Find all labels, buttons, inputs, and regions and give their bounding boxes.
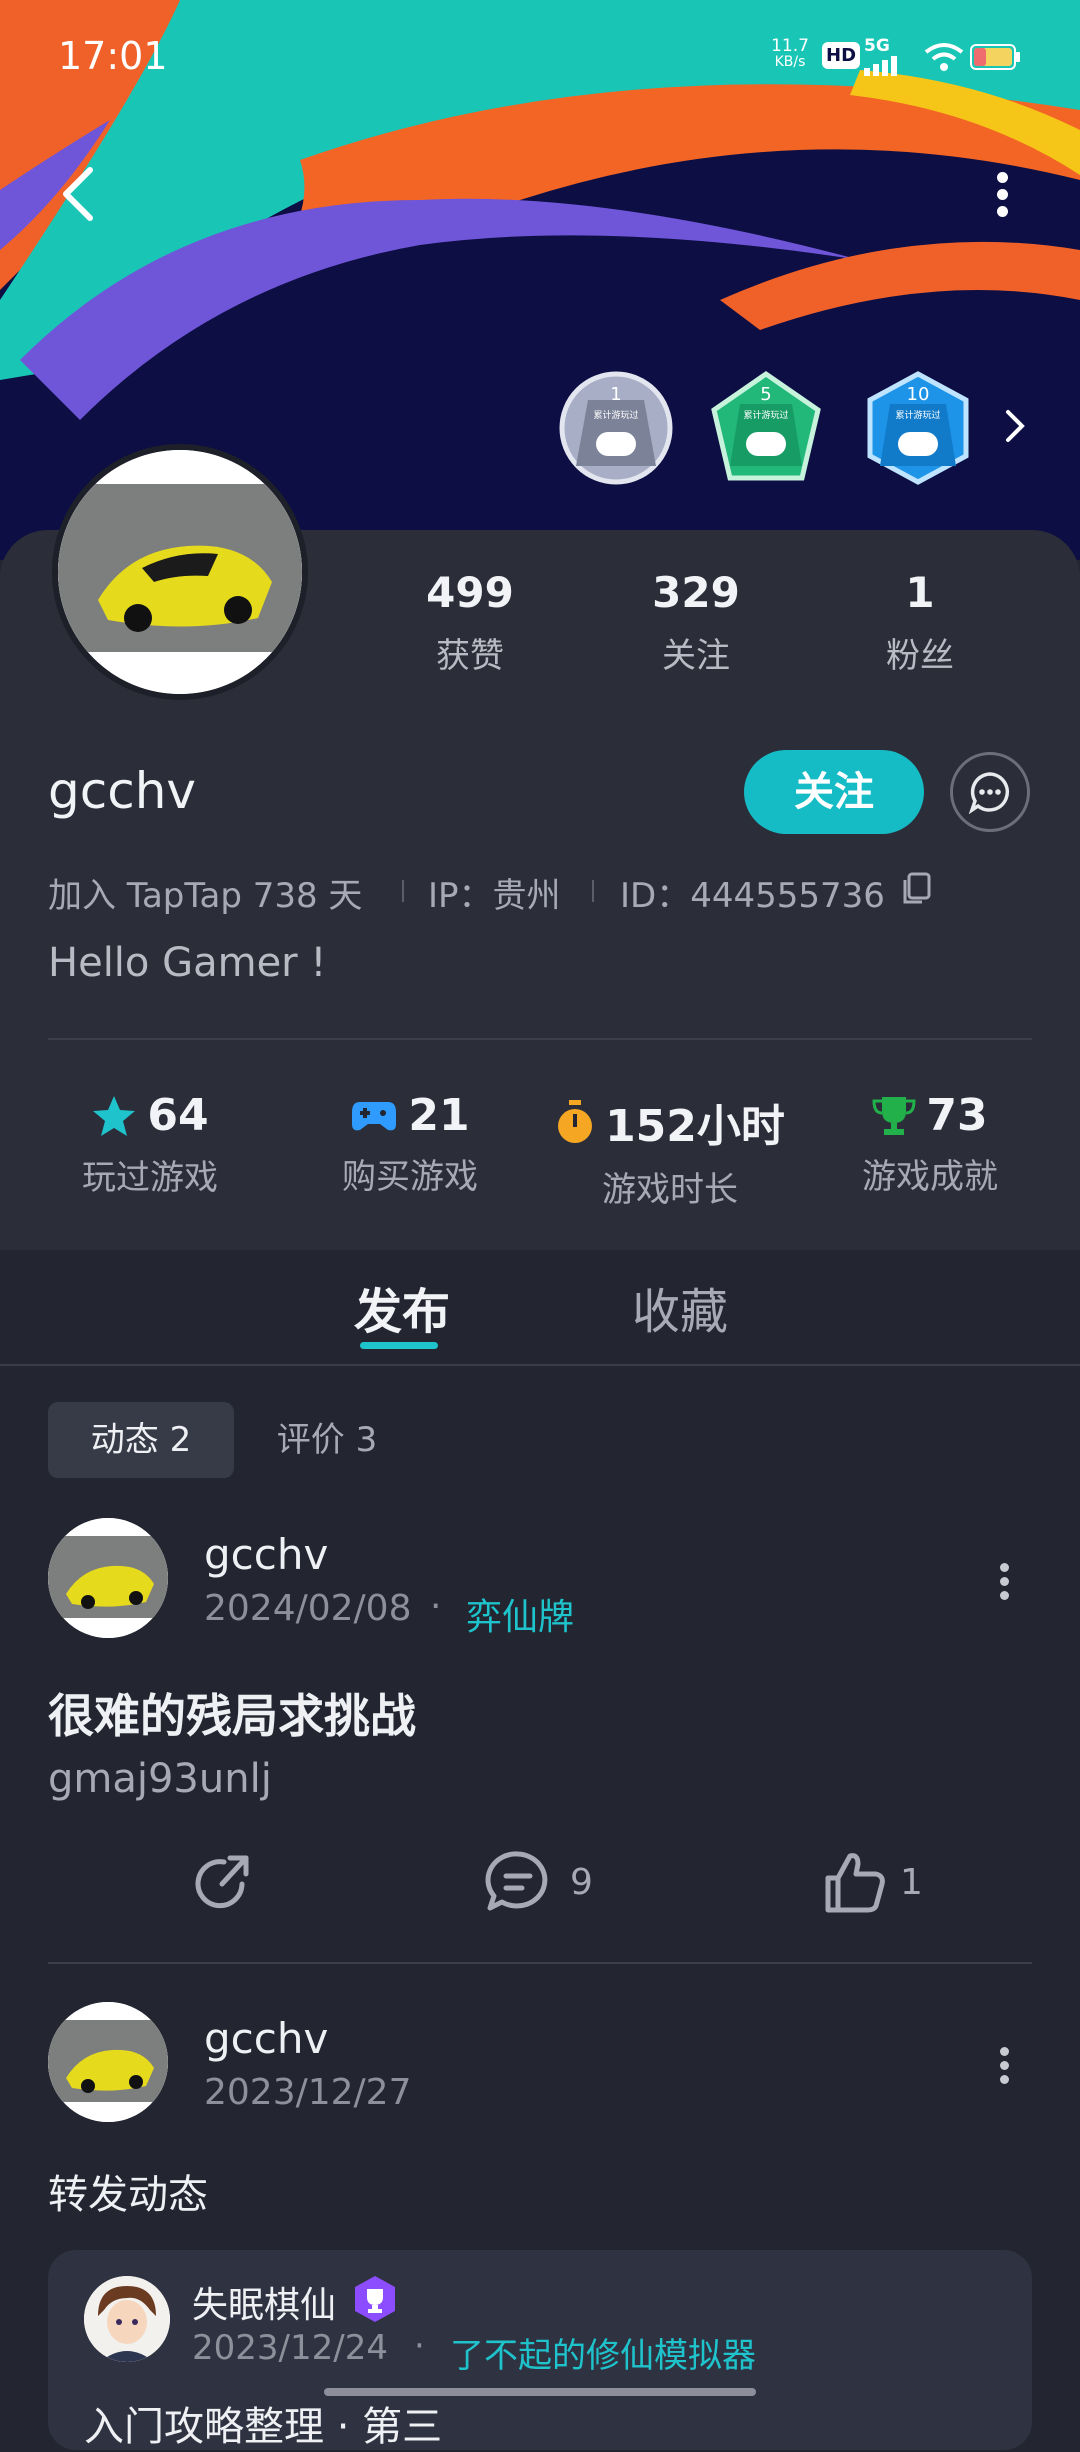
badge-level-5[interactable]: 5 累计游玩过 <box>708 370 824 486</box>
post-game-link[interactable]: 弈仙牌 <box>466 1588 574 1640</box>
following-label[interactable]: 关注 <box>606 628 786 677</box>
gamepad-icon <box>352 1101 397 1130</box>
verified-trophy-badge-icon <box>355 2276 395 2322</box>
post-author-name[interactable]: gcchv <box>204 2014 328 2063</box>
user-id: ID：444555736 <box>620 876 885 916</box>
subtab-moments[interactable]: 动态 2 <box>48 1402 234 1478</box>
svg-text:累计游玩过: 累计游玩过 <box>593 409 638 421</box>
stopwatch-icon <box>558 1100 593 1143</box>
repost-date: 2023/12/24 <box>192 2328 388 2368</box>
username: gcchv <box>48 762 196 820</box>
active-tab-indicator <box>360 1342 438 1349</box>
anime-avatar-image <box>84 2276 170 2362</box>
followers-label[interactable]: 粉丝 <box>830 628 1010 677</box>
post-body[interactable]: gmaj93unlj <box>48 1756 272 1802</box>
post-title[interactable]: 很难的残局求挑战 <box>48 1680 416 1746</box>
repost-game-link[interactable]: 了不起的修仙模拟器 <box>450 2328 756 2377</box>
tab-publish[interactable]: 发布 <box>354 1272 450 1342</box>
content-tabs: 发布 收藏 <box>0 1250 1080 1366</box>
avatar-car-image <box>48 1518 168 1638</box>
star-icon <box>93 1095 136 1136</box>
back-arrow-icon[interactable] <box>58 164 98 224</box>
following-count[interactable]: 329 <box>606 568 786 617</box>
svg-text:累计游玩过: 累计游玩过 <box>895 409 940 421</box>
post-author-avatar[interactable] <box>48 1518 168 1638</box>
repost-author-name[interactable]: 失眠棋仙 <box>192 2276 336 2328</box>
more-options-icon[interactable] <box>994 166 1010 223</box>
subtab-reviews[interactable]: 评价 3 <box>252 1402 402 1478</box>
like-count: 1 <box>900 1862 923 1903</box>
comment-icon[interactable] <box>484 1850 552 1916</box>
meta-separator <box>592 880 594 902</box>
repost-meta-dot: · <box>414 2326 425 2366</box>
repost-author-avatar[interactable] <box>84 2276 170 2362</box>
post-date: 2024/02/08 <box>204 1588 412 1629</box>
post-date: 2023/12/27 <box>204 2072 412 2113</box>
likes-label[interactable]: 获赞 <box>380 628 560 677</box>
badges-chevron-right-icon[interactable] <box>1004 408 1026 444</box>
status-time: 17:01 <box>58 34 168 78</box>
svg-text:1: 1 <box>610 384 621 405</box>
svg-text:10: 10 <box>907 384 930 405</box>
svg-text:5: 5 <box>760 384 771 405</box>
post-more-icon[interactable] <box>1000 1558 1010 1605</box>
playtime-stat[interactable]: 152小时 游戏时长 <box>550 1090 790 1211</box>
signal-icon: 5G <box>864 36 908 80</box>
avatar-car-image <box>48 2002 168 2122</box>
achievements-stat[interactable]: 73 游戏成就 <box>810 1090 1050 1198</box>
like-thumb-icon[interactable] <box>822 1850 888 1916</box>
avatar[interactable] <box>52 444 308 700</box>
joined-days: 加入 TapTap 738 天 <box>48 876 363 916</box>
badge-level-10[interactable]: 10 累计游玩过 <box>860 370 976 486</box>
followers-count[interactable]: 1 <box>830 568 1010 617</box>
divider <box>48 1038 1032 1040</box>
post-author-avatar[interactable] <box>48 2002 168 2122</box>
share-icon[interactable] <box>190 1850 256 1916</box>
post-more-icon[interactable] <box>1000 2042 1010 2089</box>
purchased-games-stat[interactable]: 21 购买游戏 <box>290 1090 530 1198</box>
hd-badge: HD <box>822 42 861 69</box>
post-meta-dot: · <box>430 1586 442 1627</box>
avatar-car-image <box>58 450 302 694</box>
bio: Hello Gamer ! <box>48 940 327 986</box>
network-speed: 11.7 KB/s <box>771 36 809 71</box>
comment-count: 9 <box>570 1862 593 1903</box>
post-author-name[interactable]: gcchv <box>204 1530 328 1579</box>
message-button[interactable] <box>950 752 1030 832</box>
repost-snippet[interactable]: 入门攻略整理 · 第三 <box>84 2394 442 2452</box>
trophy-icon <box>872 1096 916 1135</box>
divider <box>48 1962 1032 1964</box>
svg-text:累计游玩过: 累计游玩过 <box>743 409 788 421</box>
badge-level-1[interactable]: 1 累计游玩过 <box>558 370 674 486</box>
battery-icon <box>970 44 1020 70</box>
wifi-icon <box>924 43 964 71</box>
likes-count[interactable]: 499 <box>380 568 560 617</box>
post-text[interactable]: 转发动态 <box>48 2162 208 2220</box>
home-indicator[interactable] <box>324 2388 756 2396</box>
status-bar: 17:01 11.7 KB/s HD 5G <box>0 0 1080 110</box>
tab-favorites[interactable]: 收藏 <box>632 1272 728 1342</box>
chat-bubble-icon <box>968 772 1010 814</box>
reposted-card[interactable]: 失眠棋仙 2023/12/24 · 了不起的修仙模拟器 入门攻略整理 · 第三 <box>48 2250 1032 2450</box>
played-games-stat[interactable]: 64 玩过游戏 <box>30 1090 270 1199</box>
copy-icon[interactable] <box>900 872 932 906</box>
meta-separator <box>402 880 404 902</box>
ip-location: IP：贵州 <box>428 876 561 916</box>
follow-button[interactable]: 关注 <box>744 750 924 834</box>
